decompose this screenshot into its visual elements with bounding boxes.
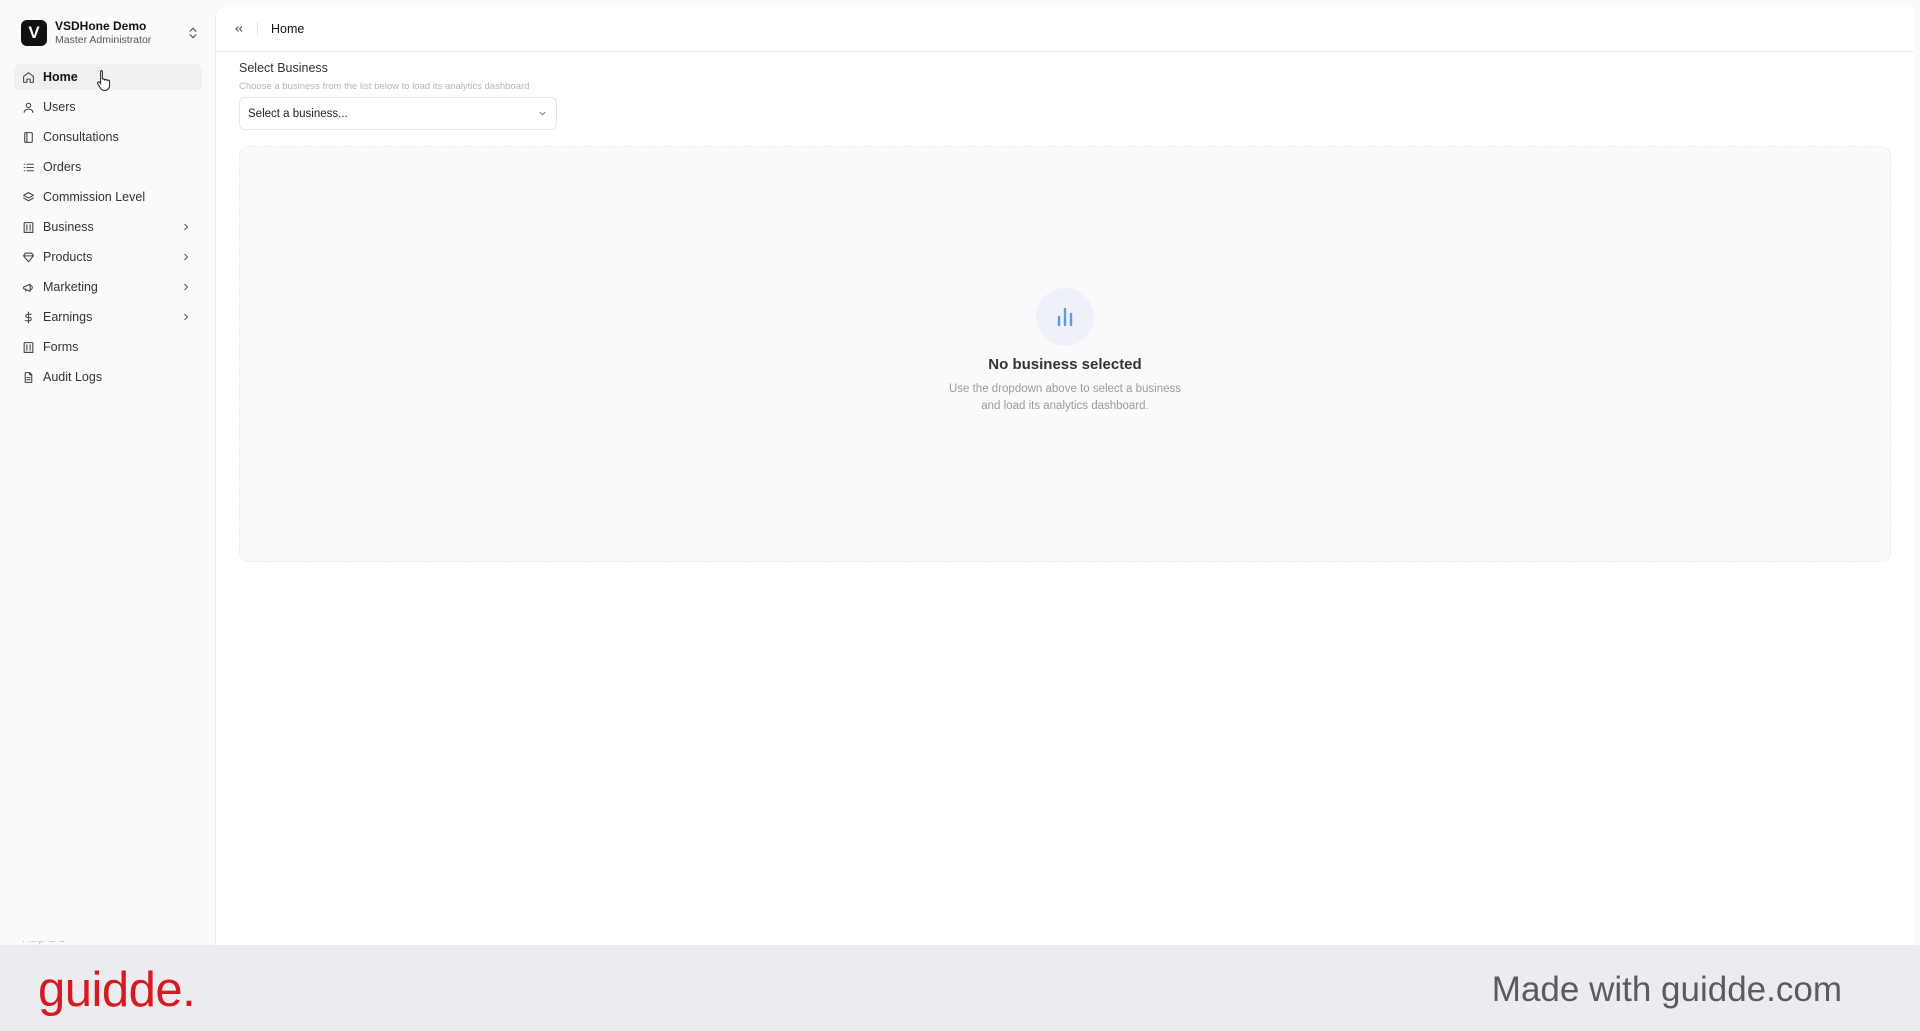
sidebar-item-label: Products <box>43 250 93 264</box>
org-role: Master Administrator <box>55 34 152 46</box>
sidebar-item-orders[interactable]: Orders <box>14 154 202 180</box>
sidebar-item-business[interactable]: Business <box>14 214 202 240</box>
empty-state-desc-line-2: and load its analytics dashboard. <box>981 400 1149 412</box>
chevron-down-icon <box>537 108 548 119</box>
empty-state-description: Use the dropdown above to select a busin… <box>240 381 1890 415</box>
chevron-right-icon <box>180 221 192 233</box>
empty-state-card: No business selected Use the dropdown ab… <box>239 146 1891 562</box>
sidebar-item-label: Orders <box>43 160 82 174</box>
sidebar-item-label: Marketing <box>43 280 98 294</box>
building-icon <box>22 341 35 354</box>
chevrons-left-icon <box>235 26 243 32</box>
sidebar-item-users[interactable]: Users <box>14 94 202 120</box>
sidebar-item-label: Consultations <box>43 130 119 144</box>
book-icon <box>22 131 35 144</box>
org-logo: V <box>21 20 47 46</box>
file-icon <box>22 371 35 384</box>
sidebar-item-earnings[interactable]: Earnings <box>14 304 202 330</box>
sidebar-item-label: Forms <box>43 340 79 354</box>
empty-state: No business selected Use the dropdown ab… <box>240 288 1890 415</box>
select-business-title: Select Business <box>239 61 328 75</box>
building-icon <box>22 221 35 234</box>
made-with-text: Made with guidde.com <box>1491 970 1842 1009</box>
sidebar-nav: Home Users Consultations Orders Commission L… <box>14 64 214 390</box>
empty-state-desc-line-1: Use the dropdown above to select a busin… <box>948 383 1182 395</box>
select-business-description: Choose a business from the list below to… <box>239 81 530 92</box>
bar-chart-icon <box>1036 288 1094 346</box>
sidebar-item-label: Business <box>43 220 94 234</box>
sidebar-item-consultations[interactable]: Consultations <box>14 124 202 150</box>
layers-icon <box>22 191 35 204</box>
chevron-right-icon <box>180 311 192 323</box>
empty-state-title: No business selected <box>988 356 1142 373</box>
collapse-sidebar-button[interactable] <box>231 21 247 37</box>
dashboard-content: Select Business Choose a business from t… <box>216 52 1914 562</box>
sidebar-item-forms[interactable]: Forms <box>14 334 202 360</box>
sidebar-item-label: Audit Logs <box>43 370 103 384</box>
list-icon <box>22 161 35 174</box>
sidebar-item-label: Users <box>43 100 76 114</box>
guidde-logo: guidde. <box>38 963 196 1017</box>
dollar-icon <box>22 311 35 324</box>
sidebar-item-commission-level[interactable]: Commission Level <box>14 184 202 210</box>
sidebar-item-label: Earnings <box>43 310 93 324</box>
megaphone-icon <box>22 281 35 294</box>
business-select-value: Select a business... <box>248 107 348 120</box>
chevron-right-icon <box>180 251 192 263</box>
main-panel: Home Select Business Choose a business f… <box>215 7 1914 945</box>
gem-icon <box>22 251 35 264</box>
sidebar-item-label: Home <box>43 70 78 84</box>
org-name: VSDHone Demo <box>55 19 147 33</box>
sidebar-item-label: Commission Level <box>43 190 146 204</box>
guidde-footer-banner: guidde. Made with guidde.com <box>0 945 1920 1031</box>
chevrons-up-down-icon <box>186 26 200 40</box>
chevron-right-icon <box>180 281 192 293</box>
topbar: Home <box>216 7 1914 52</box>
home-icon <box>22 71 35 84</box>
app-window: V VSDHone Demo Master Administrator Home… <box>0 0 1920 945</box>
breadcrumb[interactable]: Home <box>271 22 304 36</box>
org-info: VSDHone Demo Master Administrator <box>55 19 186 47</box>
sidebar: V VSDHone Demo Master Administrator Home… <box>0 0 214 945</box>
user-icon <box>22 101 35 114</box>
sidebar-item-audit-logs[interactable]: Audit Logs <box>14 364 202 390</box>
divider <box>257 22 258 36</box>
business-select[interactable]: Select a business... <box>239 97 557 130</box>
org-switcher[interactable]: V VSDHone Demo Master Administrator <box>14 15 200 51</box>
sidebar-item-products[interactable]: Products <box>14 244 202 270</box>
hand-cursor-icon <box>97 70 111 91</box>
sidebar-item-marketing[interactable]: Marketing <box>14 274 202 300</box>
